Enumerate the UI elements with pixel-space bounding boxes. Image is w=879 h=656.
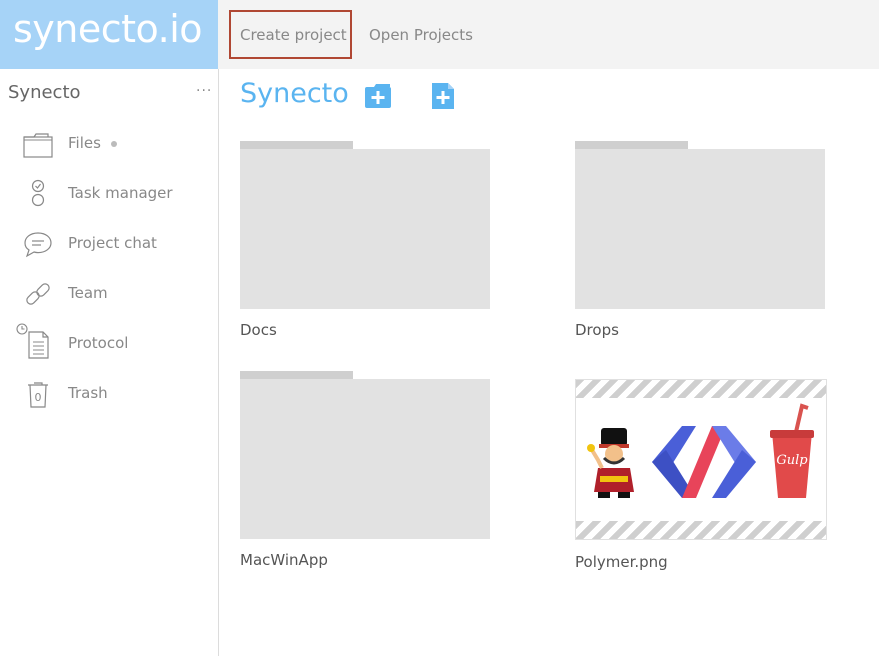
sidebar-item-protocol[interactable]: Protocol [0, 322, 218, 366]
sidebar-item-label: Protocol [68, 334, 129, 352]
image-tile-polymer[interactable]: Gulp Polymer.png [575, 379, 827, 579]
folder-tab [575, 141, 688, 149]
sidebar-item-files[interactable]: Files [0, 122, 218, 166]
file-name: Polymer.png [575, 553, 668, 571]
image-thumbnail: Gulp [575, 379, 827, 540]
brand-logo[interactable]: synecto.io [0, 0, 218, 69]
folder-name: Drops [575, 321, 619, 339]
folder-tab [240, 371, 353, 379]
folder-name: MacWinApp [240, 551, 328, 569]
sidebar-item-label: Files [68, 134, 101, 152]
open-projects-button[interactable]: Open Projects [358, 10, 484, 59]
sidebar-item-trash[interactable]: 0 Trash [0, 372, 218, 416]
task-icon [31, 179, 45, 207]
stripe-border [576, 380, 826, 398]
link-icon [26, 283, 50, 305]
trash-count: 0 [35, 391, 42, 404]
sidebar-item-label: Task manager [68, 184, 173, 202]
sidebar-item-project-chat[interactable]: Project chat [0, 222, 218, 266]
sidebar-item-label: Trash [68, 384, 108, 402]
top-toolbar: Create project Open Projects [218, 0, 879, 69]
sidebar: Synecto ··· Files Task manager Project c… [0, 69, 219, 656]
folder-tile-docs[interactable]: Docs [240, 141, 492, 341]
chat-bubble-icon [24, 232, 52, 258]
page-title: Synecto [240, 78, 349, 109]
brand-text: synecto.io [13, 7, 203, 51]
add-folder-icon[interactable] [364, 83, 392, 109]
folder-tab [240, 141, 353, 149]
folder-icon [240, 149, 490, 309]
yeoman-mascot-icon [587, 428, 634, 498]
sidebar-item-label: Team [68, 284, 108, 302]
create-project-button[interactable]: Create project [229, 10, 352, 59]
folder-icon [23, 133, 53, 158]
sidebar-item-team[interactable]: Team [0, 272, 218, 316]
sidebar-item-task-manager[interactable]: Task manager [0, 172, 218, 216]
polymer-logo-icon [652, 426, 756, 498]
trash-icon: 0 [28, 382, 48, 408]
folder-tile-drops[interactable]: Drops [575, 141, 827, 341]
document-icon [28, 331, 49, 359]
folder-icon [240, 379, 490, 539]
unread-dot [110, 140, 117, 147]
sidebar-item-label: Project chat [68, 234, 157, 252]
folder-icon [575, 149, 825, 309]
stripe-border [576, 521, 826, 539]
gulp-text: Gulp [776, 453, 808, 468]
gulp-cup-icon: Gulp [770, 403, 814, 498]
sidebar-project-name: Synecto [8, 82, 81, 103]
folder-tile-macwinapp[interactable]: MacWinApp [240, 371, 492, 571]
folder-name: Docs [240, 321, 277, 339]
more-options-icon[interactable]: ··· [196, 83, 212, 99]
add-file-icon[interactable] [431, 82, 455, 110]
